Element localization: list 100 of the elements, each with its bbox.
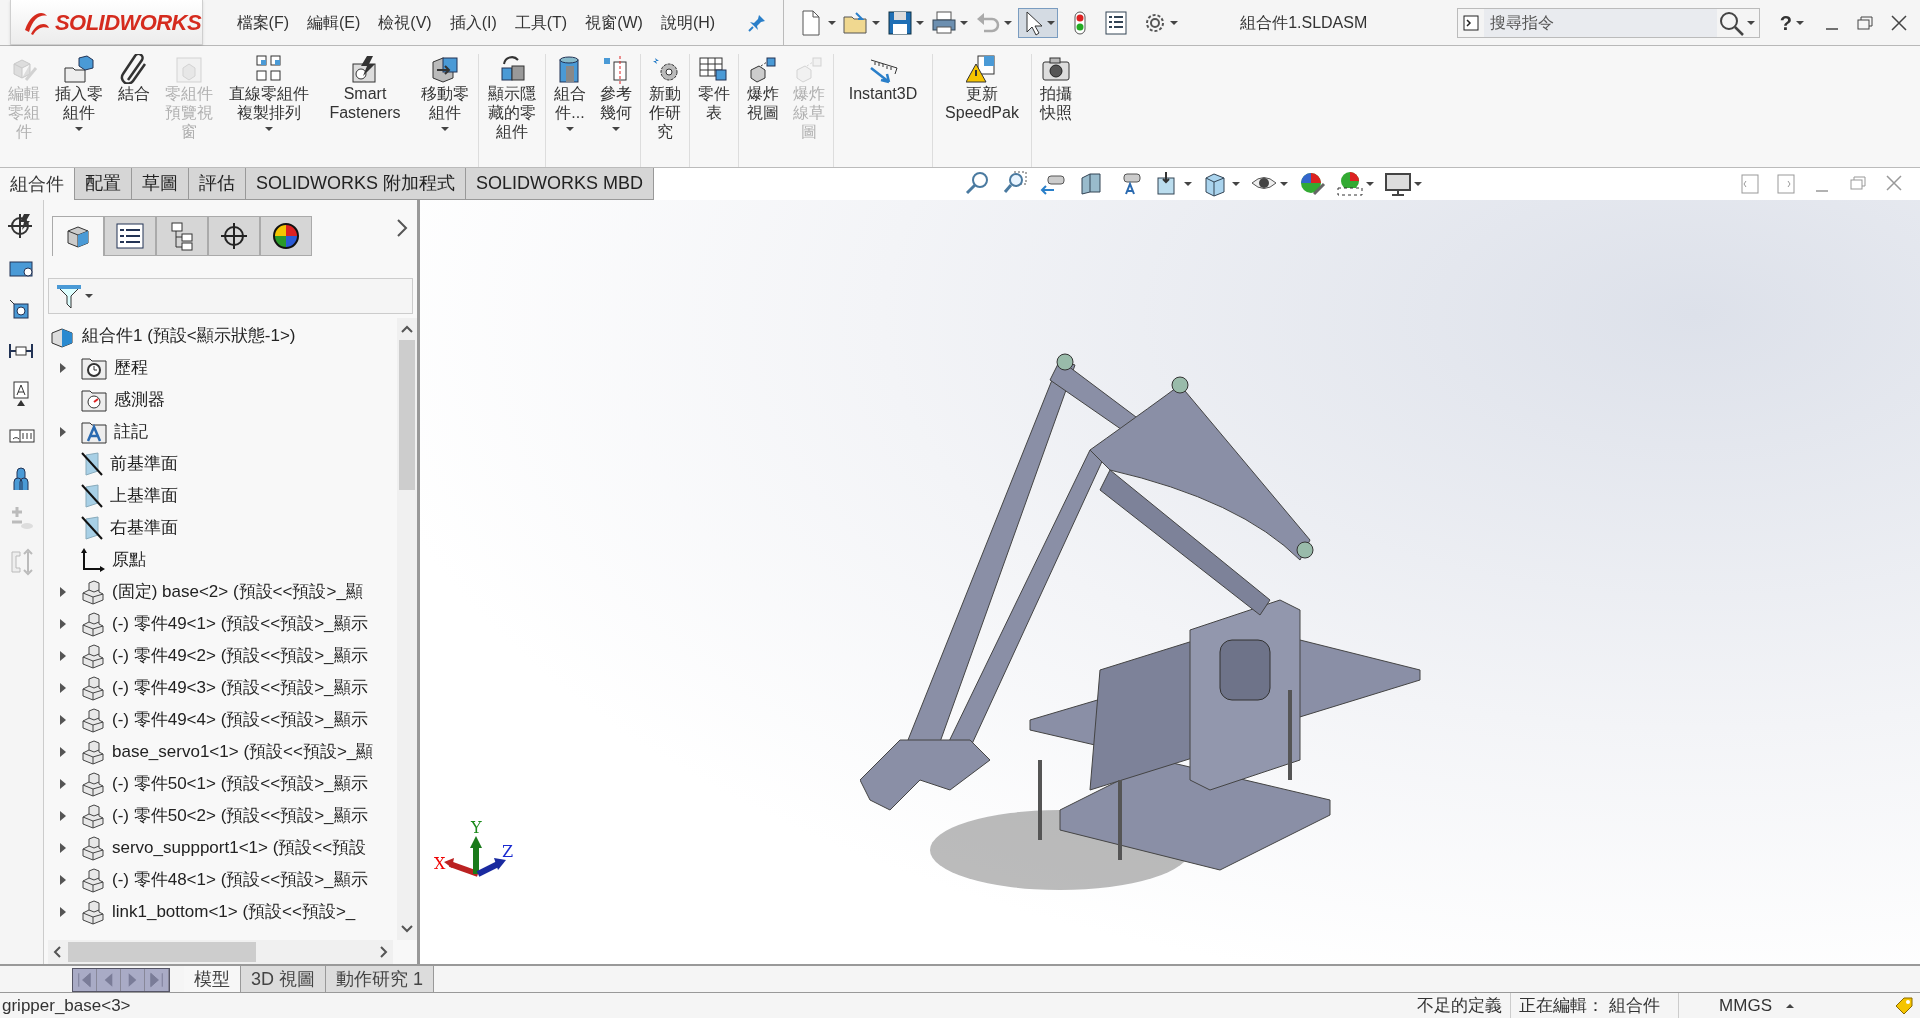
menu-item[interactable]: 工具(T) xyxy=(512,10,570,35)
caret-icon[interactable] xyxy=(1280,181,1289,187)
expand-arrow-icon[interactable] xyxy=(59,682,67,694)
panel-tab[interactable] xyxy=(104,216,156,256)
tree-item[interactable]: (-) 零件49<1> (預設<<預設>_顯示 xyxy=(112,611,368,637)
select-tool-button[interactable] xyxy=(1018,7,1059,38)
ribbon-button[interactable]: 插入零組件 xyxy=(50,54,108,122)
ribbon-button[interactable]: 拍攝快照 xyxy=(1036,54,1076,122)
expand-arrow-icon[interactable] xyxy=(59,778,67,790)
menu-item[interactable]: 檢視(V) xyxy=(376,10,434,35)
caret-icon[interactable] xyxy=(85,293,93,299)
tag-icon[interactable] xyxy=(1894,995,1914,1016)
expand-arrow-icon[interactable] xyxy=(59,874,67,886)
command-tab[interactable]: 評估 xyxy=(189,168,246,200)
tree-item[interactable]: 原點 xyxy=(112,547,146,573)
tree-item[interactable]: base_servo1<1> (預設<<預設>_顯 xyxy=(112,739,374,765)
caret-icon[interactable] xyxy=(1366,181,1375,187)
ribbon-button[interactable]: 顯示隱藏的零組件 xyxy=(483,54,541,141)
expand-arrow-icon[interactable] xyxy=(59,906,67,918)
caret-icon[interactable] xyxy=(960,19,969,26)
caret-icon[interactable] xyxy=(916,19,925,26)
scrollbar-thumb[interactable] xyxy=(68,942,256,962)
expand-arrow-icon[interactable] xyxy=(59,714,67,726)
caret-icon[interactable] xyxy=(1232,181,1241,187)
bottom-tab[interactable]: 動作研究 1 xyxy=(326,966,435,992)
chevron-right-icon[interactable] xyxy=(395,218,409,238)
close-icon[interactable] xyxy=(1890,13,1908,32)
restore-icon[interactable] xyxy=(1856,14,1874,31)
expand-arrow-icon[interactable] xyxy=(59,586,67,598)
expand-arrow-icon[interactable] xyxy=(59,618,67,630)
list-icon[interactable] xyxy=(1104,9,1129,36)
horizontal-scrollbar[interactable] xyxy=(48,940,393,964)
tree-item[interactable]: (-) 零件48<1> (預設<<預設>_顯示 xyxy=(112,867,368,893)
ribbon-button[interactable]: 新動作研究 xyxy=(645,54,685,141)
monitor-icon[interactable] xyxy=(1384,170,1413,198)
caret-icon[interactable] xyxy=(1170,19,1179,26)
caret-icon[interactable] xyxy=(1184,181,1193,187)
caret-icon[interactable] xyxy=(1004,19,1013,26)
caret-icon[interactable] xyxy=(1796,19,1804,26)
command-tab[interactable]: 配置 xyxy=(75,168,132,200)
command-tab[interactable]: 草圖 xyxy=(132,168,189,200)
tree-item[interactable]: 前基準面 xyxy=(110,451,178,477)
command-tab[interactable]: 組合件 xyxy=(0,168,75,200)
traffic-light-icon[interactable] xyxy=(1072,9,1089,36)
caret-up-icon[interactable] xyxy=(1786,1002,1794,1009)
expand-arrow-icon[interactable] xyxy=(59,810,67,822)
caret-icon[interactable] xyxy=(612,126,620,132)
command-tab[interactable]: SOLIDWORKS 附加程式 xyxy=(246,168,467,200)
units-selector[interactable]: MMGS xyxy=(1719,992,1772,1018)
expand-arrow-icon[interactable] xyxy=(59,650,67,662)
tree-item[interactable]: 右基準面 xyxy=(110,515,178,541)
tree-item[interactable]: 感測器 xyxy=(114,387,165,413)
expand-arrow-icon[interactable] xyxy=(59,426,67,438)
expand-arrow-icon[interactable] xyxy=(59,746,67,758)
expand-arrow-icon[interactable] xyxy=(59,842,67,854)
caret-icon[interactable] xyxy=(872,19,881,26)
menu-item[interactable]: 說明(H) xyxy=(658,10,718,35)
color-pencil-sphere-icon[interactable] xyxy=(1298,170,1327,198)
caret-icon[interactable] xyxy=(828,19,837,26)
tree-item[interactable]: 歷程 xyxy=(114,355,148,381)
caret-icon[interactable] xyxy=(441,126,449,132)
ribbon-button[interactable]: 零件表 xyxy=(694,54,734,122)
expand-arrow-icon[interactable] xyxy=(59,362,67,374)
tree-item[interactable]: (-) 零件49<2> (預設<<預設>_顯示 xyxy=(112,643,368,669)
help-button[interactable]: ? xyxy=(1779,7,1792,38)
tree-item[interactable]: 上基準面 xyxy=(110,483,178,509)
menu-item[interactable]: 視窗(W) xyxy=(583,10,645,35)
tree-item[interactable]: servo_suppport1<1> (預設<<預設 xyxy=(112,835,367,861)
caret-icon[interactable] xyxy=(1746,19,1755,26)
tree-item[interactable]: 組合件1 (預設<顯示狀態-1>) xyxy=(82,323,296,349)
bottom-tab[interactable]: 3D 視圖 xyxy=(241,966,326,992)
panel-tab[interactable] xyxy=(208,216,260,256)
ribbon-button[interactable]: 爆炸視圖 xyxy=(743,54,783,122)
tree-item[interactable]: (-) 零件50<1> (預設<<預設>_顯示 xyxy=(112,771,368,797)
menu-item[interactable]: 檔案(F) xyxy=(234,10,291,35)
vertical-scrollbar[interactable] xyxy=(397,318,417,940)
checker-sphere-icon[interactable] xyxy=(1336,170,1365,198)
ribbon-button[interactable]: 直線零組件複製排列 xyxy=(224,54,314,122)
tree-item[interactable]: link1_bottom<1> (預設<<預設>_ xyxy=(112,899,356,925)
tree-item[interactable]: 註記 xyxy=(114,419,148,445)
scrollbar-thumb[interactable] xyxy=(399,340,415,490)
tree-item[interactable]: (-) 零件50<2> (預設<<預設>_顯示 xyxy=(112,803,368,829)
ribbon-button[interactable]: 更新SpeedPak xyxy=(937,54,1027,122)
caret-icon[interactable] xyxy=(75,126,83,132)
caret-icon[interactable] xyxy=(265,126,273,132)
tree-item[interactable]: (固定) base<2> (預設<<預設>_顯 xyxy=(112,579,363,605)
pin-icon[interactable] xyxy=(747,12,768,33)
panel-tab[interactable] xyxy=(260,216,312,256)
menu-item[interactable]: 插入(I) xyxy=(447,10,499,35)
ribbon-button[interactable]: Instant3D xyxy=(838,54,928,103)
caret-icon[interactable] xyxy=(1414,181,1423,187)
ribbon-button[interactable]: 組合件... xyxy=(550,54,590,122)
search-field[interactable]: 搜尋指令 xyxy=(1456,7,1760,38)
caret-icon[interactable] xyxy=(566,126,574,132)
command-tab[interactable]: SOLIDWORKS MBD xyxy=(466,168,655,200)
printer-icon[interactable] xyxy=(930,8,959,37)
ribbon-button[interactable]: 結合 xyxy=(114,54,154,103)
ribbon-button[interactable]: 移動零組件 xyxy=(416,54,474,122)
ribbon-button[interactable]: Smart Fasteners xyxy=(320,54,410,122)
tree-item[interactable]: (-) 零件49<4> (預設<<預設>_顯示 xyxy=(112,707,368,733)
